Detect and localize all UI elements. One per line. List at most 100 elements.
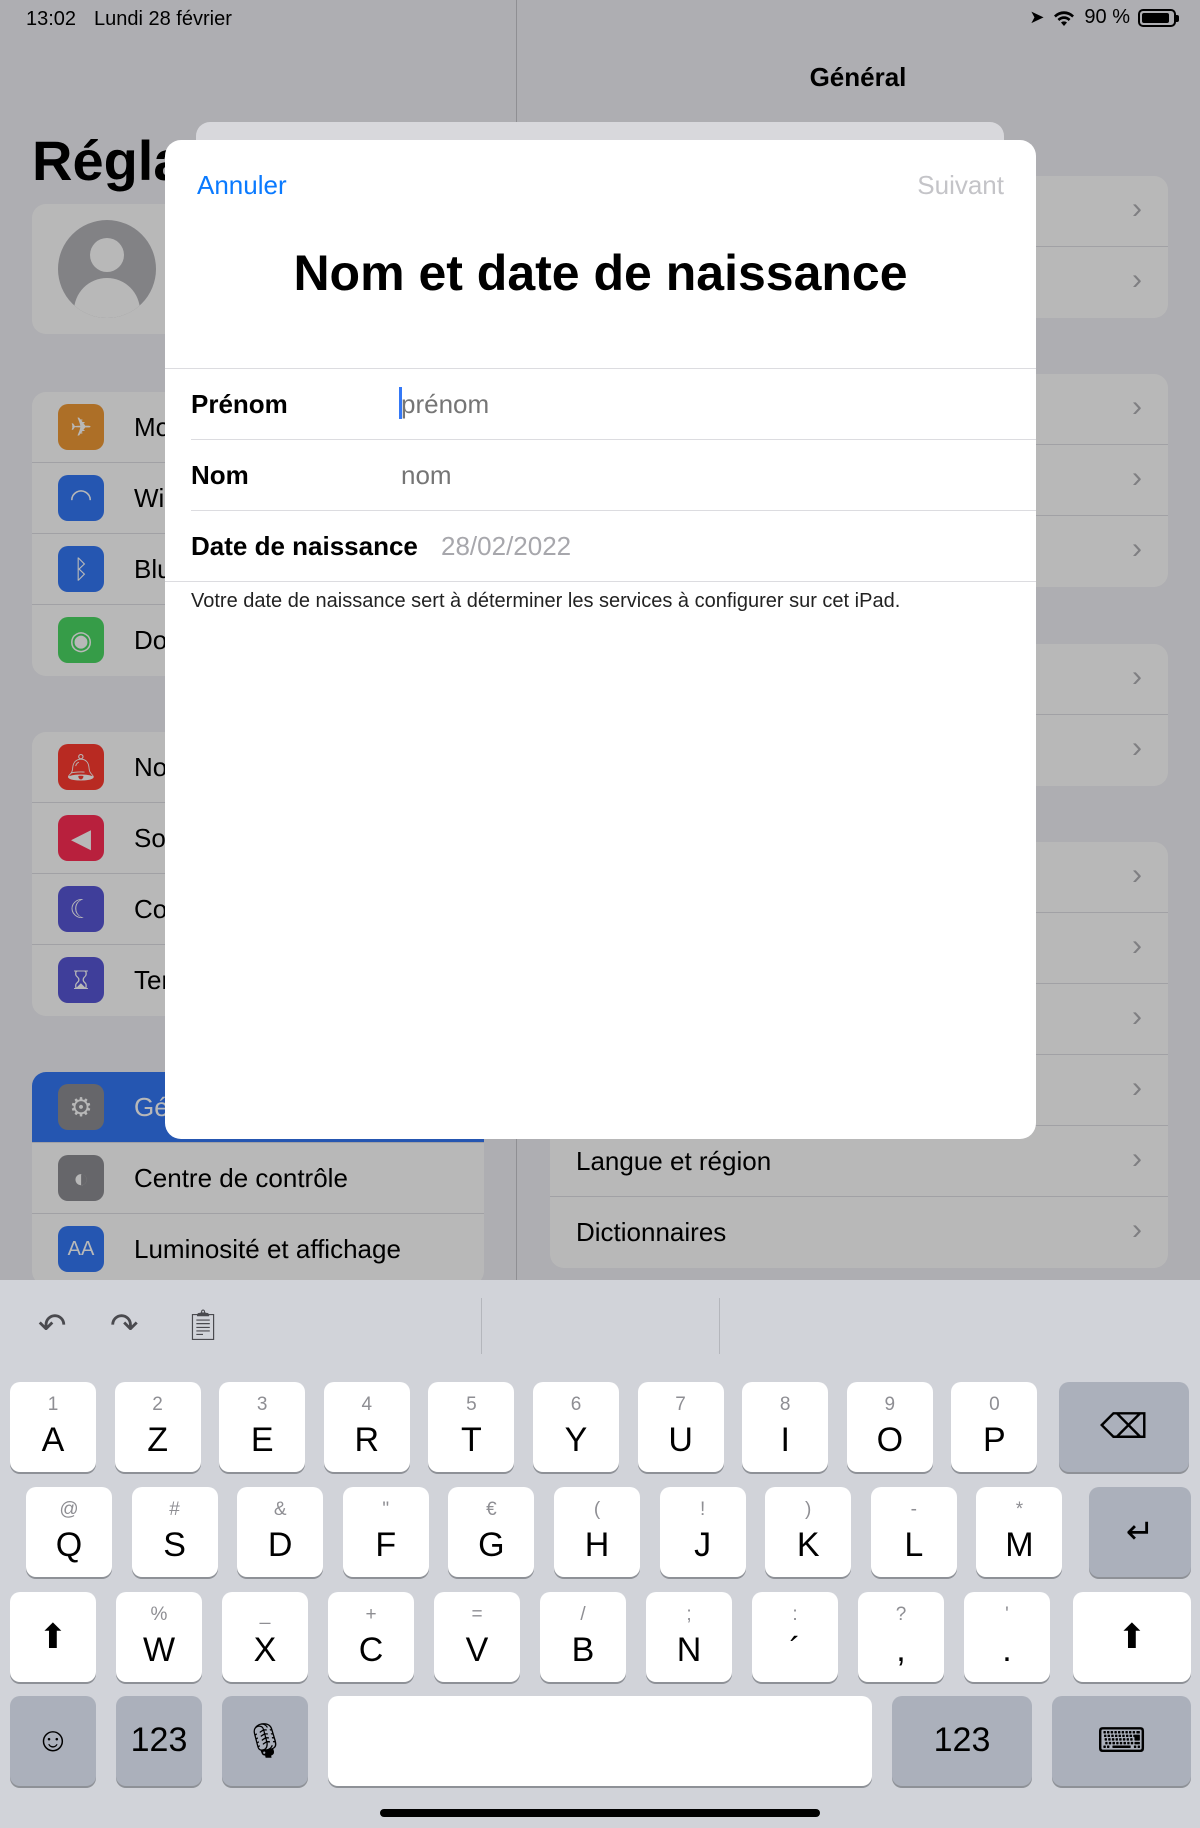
keyboard-toolbar: ↶ ↷ 📋︎ [0, 1280, 1200, 1376]
redo-icon[interactable]: ↷ [110, 1306, 139, 1346]
next-button[interactable]: Suivant [917, 170, 1004, 201]
sheet-title: Nom et date de naissance [293, 245, 908, 301]
key-q[interactable]: @ Q [26, 1487, 112, 1577]
key-l[interactable]: -L [870, 1487, 957, 1577]
toolbar-separator [719, 1298, 720, 1354]
shift-key-right[interactable]: ⬆ [1073, 1592, 1191, 1682]
key-row3-8[interactable]: '. [964, 1592, 1050, 1682]
identity-form: Prénom Nom Date de naissance 28/02/2022 [165, 368, 1036, 582]
key-secondary-label: 1 [47, 1394, 59, 1415]
toolbar-separator [481, 1298, 482, 1354]
key-label: , [896, 1631, 906, 1669]
key-secondary-label: ' [1005, 1604, 1009, 1625]
key-label: U [668, 1421, 693, 1459]
key-label: ´ [789, 1631, 801, 1669]
birthdate-row[interactable]: Date de naissance 28/02/2022 [165, 511, 1036, 582]
return-icon: ↵ [1125, 1513, 1155, 1551]
key-a[interactable]: 1A [10, 1382, 96, 1472]
key-secondary-label: ! [699, 1499, 706, 1520]
key-row3-5[interactable]: ; N [646, 1592, 732, 1682]
key-z[interactable]: 2Z [114, 1382, 201, 1472]
emoji-key[interactable]: ☺ [10, 1696, 96, 1786]
key-label: 123 [933, 1721, 991, 1759]
key-row3-1[interactable]: _ X [222, 1592, 308, 1682]
key-label: K [796, 1526, 820, 1564]
last-name-label: Nom [191, 460, 249, 490]
key-label: Q [55, 1526, 83, 1564]
key-s[interactable]: # S [131, 1487, 218, 1577]
key-row3-4[interactable]: / B [540, 1592, 626, 1682]
key-i[interactable]: 8I [742, 1382, 829, 1472]
last-name-row[interactable]: Nom [191, 440, 1036, 511]
dictation-key[interactable]: 🎙︎ [222, 1696, 308, 1786]
birthdate-value[interactable]: 28/02/2022 [441, 531, 571, 562]
birthdate-label: Date de naissance [191, 531, 418, 561]
paste-icon[interactable]: 📋︎ [184, 1306, 222, 1346]
key-label: W [142, 1631, 176, 1669]
key-row3-6[interactable]: : ´ [752, 1592, 838, 1682]
key-label: R [354, 1421, 380, 1459]
name-birthdate-sheet: Annuler Suivant Nom et date de naissance… [165, 140, 1036, 1139]
birthdate-footnote: Votre date de naissance sert à détermine… [191, 590, 901, 612]
key-d[interactable]: & D [237, 1487, 324, 1577]
key-label: 123 [130, 1721, 188, 1759]
key-label: C [358, 1631, 384, 1669]
shift-icon: ⬆ [1117, 1618, 1147, 1656]
key-secondary-label: _ [259, 1604, 271, 1625]
key-label: J [694, 1526, 712, 1564]
key-p[interactable]: 0P [951, 1382, 1038, 1472]
return-key[interactable]: ↵ [1089, 1487, 1191, 1577]
key-g[interactable]: € G [448, 1487, 535, 1577]
key-row3-2[interactable]: + C [328, 1592, 414, 1682]
key-r[interactable]: 4R [323, 1382, 410, 1472]
key-y[interactable]: 6Y [533, 1382, 619, 1472]
key-secondary-label: 9 [884, 1394, 896, 1415]
dismiss-keyboard-key[interactable]: ⌨ [1052, 1696, 1191, 1786]
cancel-button[interactable]: Annuler [197, 170, 287, 201]
key-label: F [375, 1526, 397, 1564]
key-f[interactable]: " F [342, 1487, 429, 1577]
undo-icon[interactable]: ↶ [38, 1306, 67, 1346]
key-secondary-label: * [1015, 1499, 1024, 1520]
key-secondary-label: & [273, 1499, 287, 1520]
backspace-key[interactable]: ⌫ [1059, 1382, 1189, 1472]
key-label: X [253, 1631, 277, 1669]
key-label: M [1005, 1526, 1034, 1564]
key-label: . [1002, 1631, 1012, 1669]
key-m[interactable]: * M [976, 1487, 1063, 1577]
key-label: P [983, 1421, 1006, 1459]
key-label: Z [147, 1421, 168, 1459]
numbers-key-left[interactable]: 123 [116, 1696, 202, 1786]
key-label: G [478, 1526, 505, 1564]
first-name-label: Prénom [191, 389, 288, 419]
key-u[interactable]: 7U [637, 1382, 724, 1472]
first-name-input[interactable] [401, 389, 1001, 420]
key-label: N [676, 1631, 702, 1669]
first-name-row[interactable]: Prénom [191, 369, 1036, 440]
key-secondary-label: / [580, 1604, 586, 1625]
key-label: I [780, 1421, 790, 1459]
key-secondary-label: 7 [675, 1394, 686, 1415]
numbers-key-right[interactable]: 123 [892, 1696, 1032, 1786]
space-bar[interactable] [328, 1696, 872, 1786]
key-t[interactable]: 5T [428, 1382, 515, 1472]
key-secondary-label: = [471, 1604, 483, 1625]
key-label: H [584, 1526, 610, 1564]
key-row3-0[interactable]: % W [116, 1592, 202, 1682]
shift-key-left[interactable]: ⬆ [10, 1592, 96, 1682]
emoji-icon: ☺ [35, 1721, 71, 1759]
key-e[interactable]: 3E [219, 1382, 306, 1472]
backspace-icon: ⌫ [1099, 1408, 1149, 1446]
key-secondary-label: + [365, 1604, 377, 1625]
key-label: A [41, 1421, 65, 1459]
key-label: D [267, 1526, 293, 1564]
key-row3-7[interactable]: ?, [858, 1592, 944, 1682]
last-name-input[interactable] [401, 460, 1001, 491]
key-label: B [571, 1631, 595, 1669]
key-j[interactable]: ! J [659, 1487, 746, 1577]
key-h[interactable]: (H [554, 1487, 640, 1577]
key-o[interactable]: 9O [846, 1382, 933, 1472]
key-row3-3[interactable]: = V [434, 1592, 520, 1682]
key-secondary-label: 5 [466, 1394, 477, 1415]
key-k[interactable]: ) K [765, 1487, 852, 1577]
